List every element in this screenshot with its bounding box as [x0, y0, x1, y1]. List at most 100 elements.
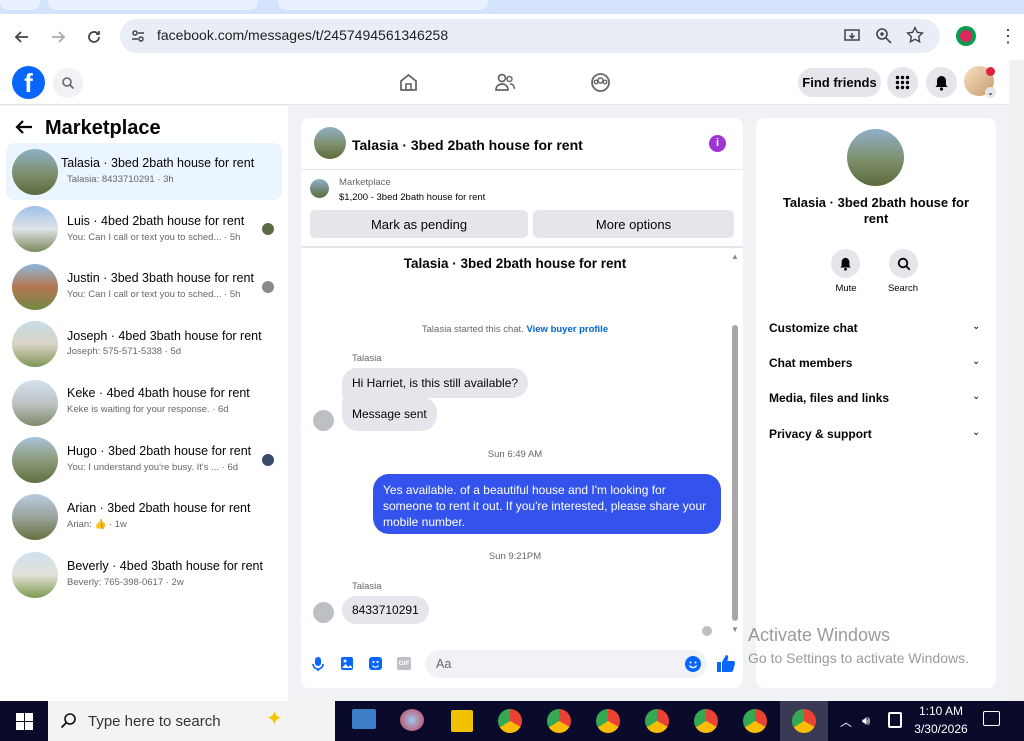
profile-avatar-icon[interactable] — [956, 26, 976, 46]
chrome-icon[interactable] — [792, 709, 816, 733]
install-app-icon[interactable] — [843, 27, 861, 48]
browser-tab[interactable] — [48, 0, 258, 10]
conversation-name: Luis · 4bed 2bath house for rent — [67, 214, 245, 228]
clock-date[interactable]: 3/30/2026 — [906, 722, 976, 736]
chat-avatar[interactable] — [314, 127, 346, 159]
mute-bell-icon[interactable] — [831, 249, 860, 278]
browser-menu-icon[interactable]: ⋮ — [999, 27, 1017, 45]
sticker-icon[interactable] — [368, 656, 383, 674]
sender-name: Talasia — [352, 353, 382, 364]
find-friends-button[interactable]: Find friends — [798, 68, 881, 97]
facebook-logo-icon[interactable]: f — [12, 66, 45, 99]
media-files-links-item[interactable]: Media, files and links — [769, 391, 889, 405]
like-thumb-icon[interactable] — [716, 654, 736, 676]
site-settings-icon[interactable] — [130, 28, 146, 47]
message-bubble-sent[interactable]: Yes available. of a beautiful house and … — [373, 474, 721, 534]
zoom-icon[interactable] — [875, 27, 893, 48]
info-icon[interactable]: i — [709, 135, 726, 152]
page-scrollbar[interactable] — [1009, 60, 1024, 701]
conversation-preview: You: Can I call or text you to sched... … — [67, 289, 241, 300]
listing-thumbnail — [12, 264, 58, 310]
details-avatar[interactable] — [847, 129, 904, 186]
listing-info[interactable]: $1,200 - 3bed 2bath house for rent — [339, 192, 485, 203]
microphone-icon[interactable] — [311, 656, 325, 675]
chrome-icon[interactable] — [694, 709, 718, 733]
chrome-icon[interactable] — [547, 709, 571, 733]
privacy-support-item[interactable]: Privacy & support — [769, 427, 872, 441]
chevron-down-icon[interactable]: ⌄ — [972, 356, 980, 367]
groups-icon[interactable] — [590, 72, 611, 96]
message-input[interactable] — [425, 650, 707, 678]
menu-grid-icon[interactable] — [887, 67, 918, 98]
conversation-preview: Talasia: 8433710291 · 3h — [67, 174, 174, 185]
taskbar-app-icon[interactable] — [400, 709, 424, 731]
back-icon[interactable] — [9, 24, 35, 50]
listing-thumbnail — [12, 437, 58, 483]
chrome-icon[interactable] — [596, 709, 620, 733]
marketplace-title: Marketplace — [45, 117, 161, 139]
conversation-preview: You: Can I call or text you to sched... … — [67, 232, 241, 243]
network-icon[interactable] — [888, 712, 902, 728]
chrome-icon[interactable] — [645, 709, 669, 733]
conversation-preview: Keke is waiting for your response. · 6d — [67, 404, 229, 415]
reload-icon[interactable] — [81, 24, 107, 50]
conversation-preview: Beverly: 765-398-0617 · 2w — [67, 577, 184, 588]
account-chevron-icon[interactable]: ⌄ — [985, 87, 996, 98]
taskbar-app-icon[interactable] — [352, 709, 376, 729]
search-conversation-icon[interactable] — [889, 249, 918, 278]
volume-icon[interactable]: 🔊︎ — [862, 713, 870, 729]
windows-start-icon[interactable] — [16, 713, 33, 733]
bookmark-star-icon[interactable] — [905, 25, 925, 47]
more-options-button[interactable]: More options — [533, 210, 734, 238]
tray-chevron-icon[interactable]: ︿ — [840, 713, 852, 730]
emoji-icon[interactable] — [685, 656, 701, 672]
conversation-preview: Joseph: 575-571-5338 · 5d — [67, 346, 182, 357]
browser-tab[interactable] — [278, 0, 488, 10]
mute-label[interactable]: Mute — [822, 283, 870, 294]
divider — [301, 246, 743, 248]
notifications-bell-icon[interactable] — [926, 67, 957, 98]
chevron-down-icon[interactable]: ⌄ — [972, 427, 980, 438]
photo-icon[interactable] — [340, 656, 354, 674]
view-buyer-profile-link[interactable]: View buyer profile — [526, 324, 608, 335]
chat-title[interactable]: Talasia · 3bed 2bath house for rent — [352, 137, 583, 153]
home-icon[interactable] — [398, 72, 419, 96]
scroll-up-arrow-icon[interactable]: ▲ — [731, 252, 739, 261]
chrome-icon[interactable] — [498, 709, 522, 733]
customize-chat-item[interactable]: Customize chat — [769, 321, 858, 335]
url-text[interactable]: facebook.com/messages/t/2457494561346258 — [157, 27, 448, 43]
message-input-placeholder: Aa — [436, 657, 452, 671]
conversation-name: Talasia · 3bed 2bath house for rent — [61, 156, 255, 170]
search-icon[interactable] — [53, 68, 83, 98]
conversation-name: Hugo · 3bed 2bath house for rent — [67, 444, 252, 458]
seen-avatar — [262, 223, 274, 235]
search-label[interactable]: Search — [879, 283, 927, 294]
chevron-down-icon[interactable]: ⌄ — [972, 321, 980, 332]
chat-scrollbar[interactable] — [732, 325, 738, 621]
browser-tab[interactable] — [0, 0, 40, 10]
forward-icon[interactable] — [45, 24, 71, 50]
sticky-notes-icon[interactable] — [451, 710, 473, 732]
conversation-name: Keke · 4bed 4bath house for rent — [67, 386, 250, 400]
chevron-down-icon[interactable]: ⌄ — [972, 391, 980, 402]
friends-icon[interactable] — [494, 72, 516, 96]
listing-thumbnail — [12, 321, 58, 367]
clock-time[interactable]: 1:10 AM — [906, 704, 976, 718]
chat-started-note: Talasia started this chat. View buyer pr… — [301, 324, 729, 335]
conversation-preview: Arian: 👍 · 1w — [67, 519, 127, 530]
message-bubble[interactable]: 8433710291 — [342, 596, 429, 624]
notification-dot — [986, 67, 995, 76]
back-arrow-icon[interactable] — [14, 118, 34, 139]
chat-members-item[interactable]: Chat members — [769, 356, 852, 370]
gif-icon[interactable]: GIF — [397, 657, 411, 670]
message-bubble[interactable]: Hi Harriet, is this still available? — [342, 368, 529, 398]
listing-thumbnail — [12, 380, 58, 426]
mark-as-pending-button[interactable]: Mark as pending — [310, 210, 528, 238]
chrome-icon[interactable] — [743, 709, 767, 733]
conversation-preview: You: I understand you're busy. It's ... … — [67, 462, 239, 473]
conversation-name: Joseph · 4bed 3bath house for rent — [67, 329, 262, 343]
scroll-down-arrow-icon[interactable]: ▼ — [731, 625, 739, 634]
message-bubble[interactable]: Message sent — [342, 397, 437, 431]
activate-windows-subtitle: Go to Settings to activate Windows. — [748, 650, 969, 666]
notification-center-icon[interactable] — [983, 711, 1000, 726]
